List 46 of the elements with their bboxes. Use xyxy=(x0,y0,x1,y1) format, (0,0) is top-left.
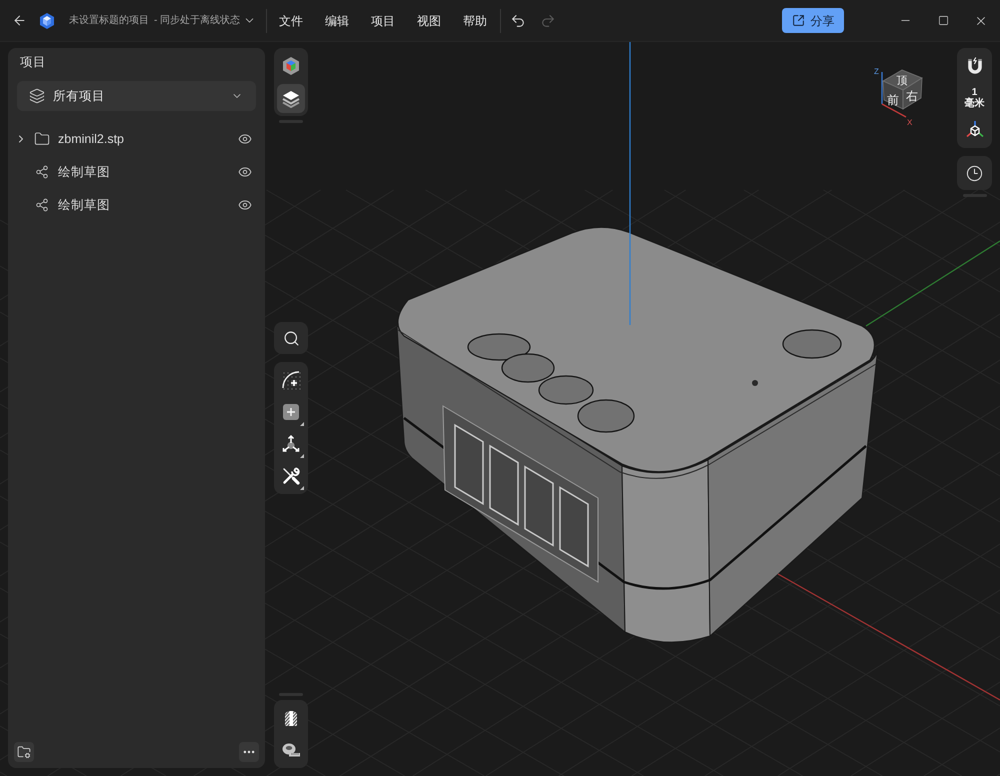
corner-triangle-icon xyxy=(300,486,304,490)
cube-face-label[interactable]: 顶 xyxy=(896,75,908,87)
move-arrows-icon xyxy=(281,434,301,454)
menu-item[interactable]: 项目 xyxy=(360,6,406,34)
menu-item[interactable]: 视图 xyxy=(406,6,452,34)
layers-button[interactable] xyxy=(277,84,305,113)
sync-status: - 同步处于离线状态 xyxy=(154,14,240,28)
layers-icon xyxy=(281,88,301,108)
corner-triangle-icon xyxy=(300,422,304,426)
color-cube-icon xyxy=(281,56,301,76)
axis-label: X xyxy=(907,118,912,126)
snap-distance-button[interactable]: 1 毫米 xyxy=(960,82,989,114)
plus-square-icon xyxy=(282,403,300,421)
view-cube[interactable] xyxy=(882,70,923,110)
eye-icon[interactable] xyxy=(238,164,252,178)
eye-icon[interactable] xyxy=(238,132,252,146)
undo-icon xyxy=(510,12,526,28)
tree-item-label[interactable]: zbminil2.stp xyxy=(58,130,124,148)
folder-icon xyxy=(34,130,50,146)
node-graph-icon xyxy=(35,164,49,178)
menu-item[interactable]: 帮助 xyxy=(452,6,498,34)
menu-item[interactable]: 编辑 xyxy=(314,6,360,34)
layers-outline-icon xyxy=(29,88,45,104)
arc-plus-icon xyxy=(281,370,301,390)
menu-item[interactable]: 文件 xyxy=(268,6,314,34)
more-button[interactable] xyxy=(239,742,259,762)
redo-icon xyxy=(540,12,556,28)
axis-label: Z xyxy=(874,67,879,76)
search-icon xyxy=(282,330,300,346)
folder-gear-icon xyxy=(17,745,31,759)
axes-cube-icon xyxy=(964,120,984,140)
share-button[interactable]: 分享 xyxy=(782,8,844,33)
maximize-icon xyxy=(938,15,948,26)
add-folder-button[interactable] xyxy=(14,742,34,762)
tree-item-label[interactable]: 绘制草图 xyxy=(58,196,110,214)
eye-icon[interactable] xyxy=(238,198,252,212)
panel-title: 项目 xyxy=(20,54,46,71)
app-logo-icon xyxy=(40,12,54,28)
corner-triangle-icon xyxy=(300,454,304,458)
project-title: 未设置标题的项目 xyxy=(69,14,149,28)
tree-item-label[interactable]: 绘制草图 xyxy=(58,162,110,180)
wrench-screwdriver-icon xyxy=(281,466,301,486)
filter-dropdown[interactable]: 所有项目 xyxy=(17,81,256,111)
share-icon xyxy=(792,14,804,27)
node-graph-icon xyxy=(35,198,49,212)
clock-icon xyxy=(966,164,983,182)
